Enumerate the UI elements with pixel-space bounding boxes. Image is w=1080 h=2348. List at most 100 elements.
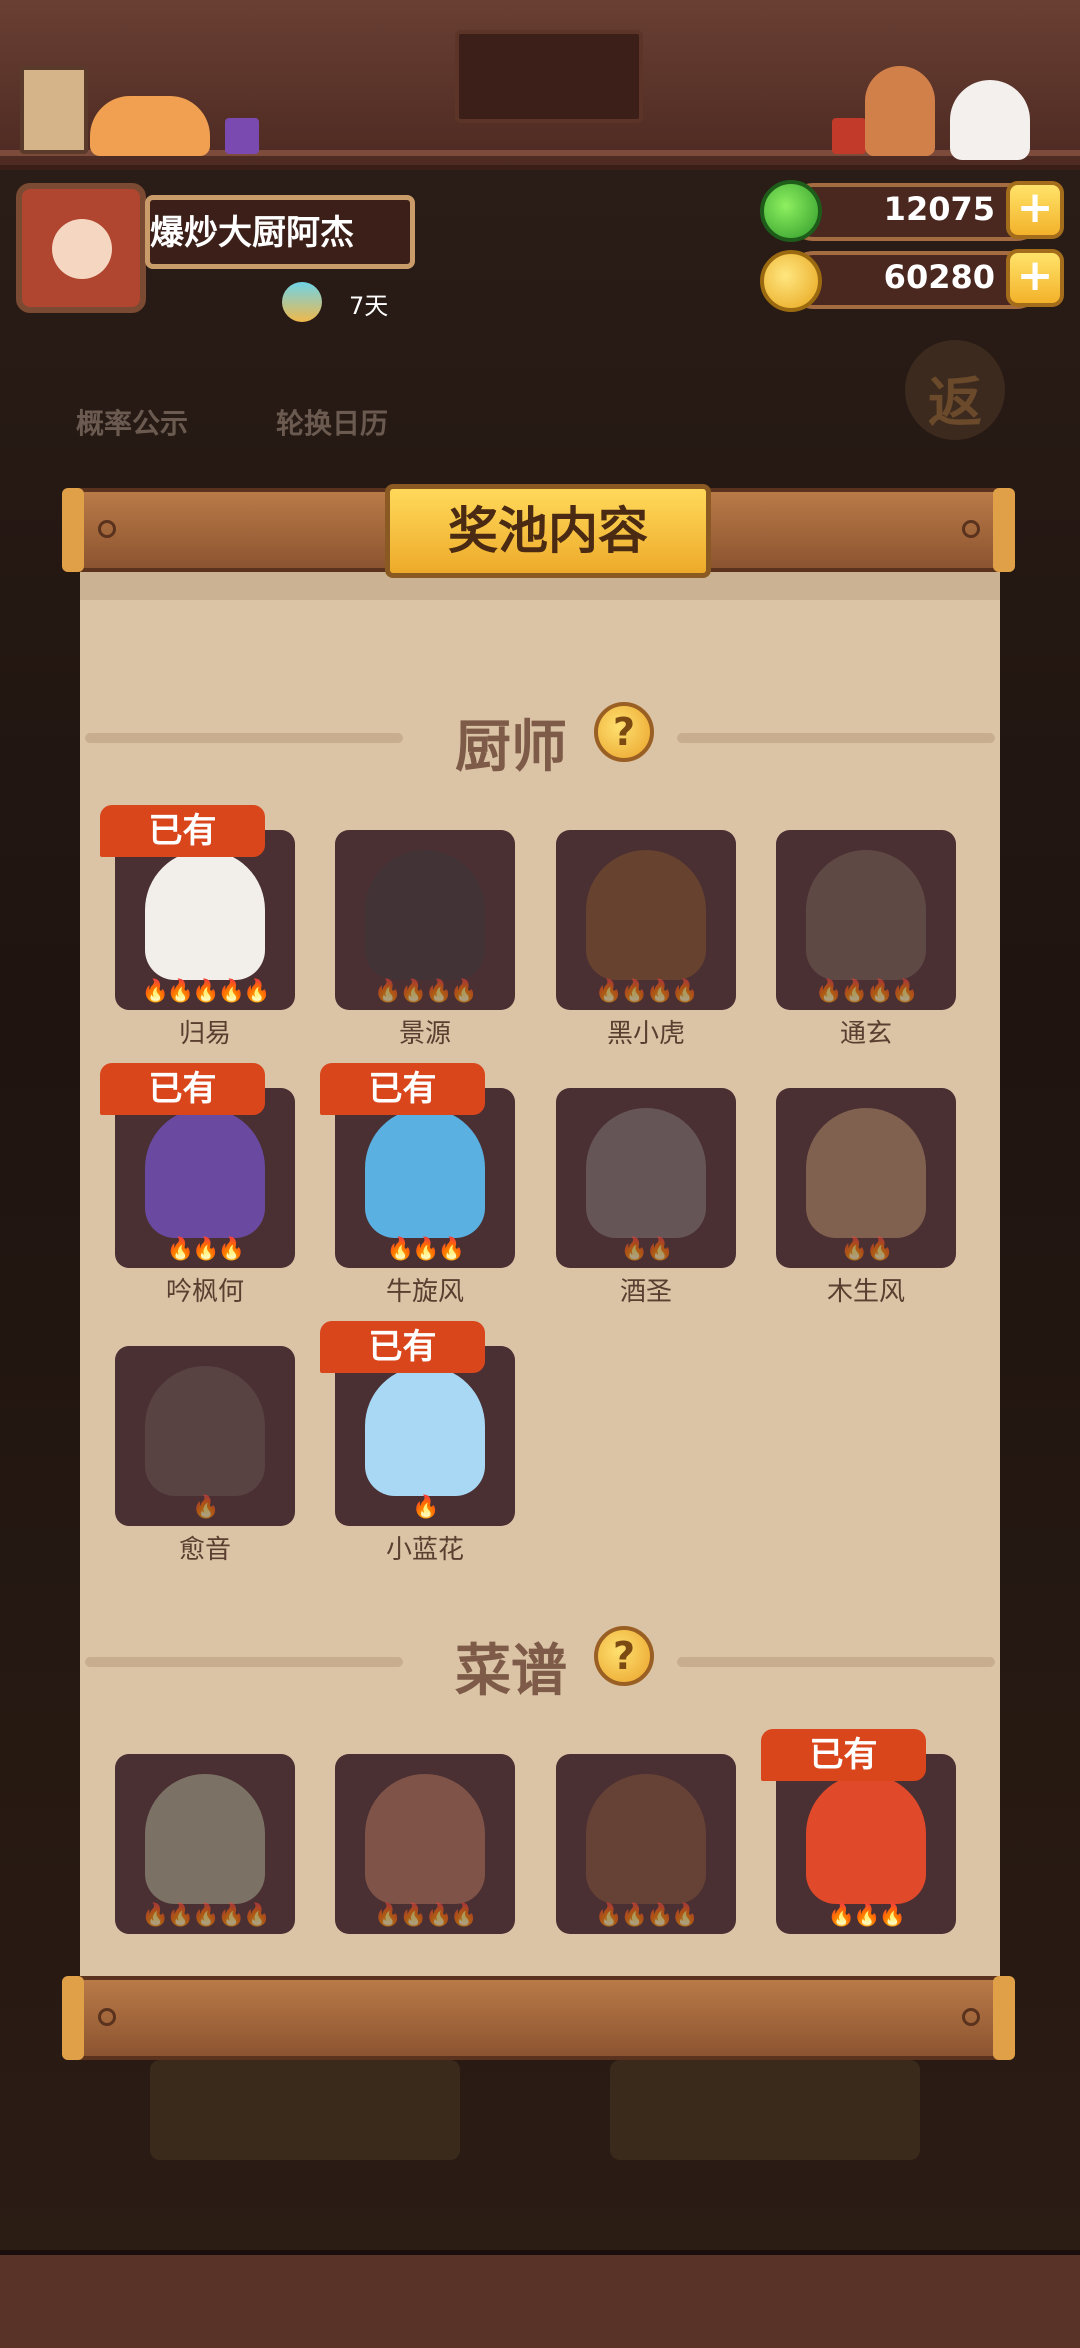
avatar-face-icon (52, 219, 112, 279)
rarity-flames: 🔥 (412, 1495, 439, 1520)
nail-icon (962, 520, 980, 538)
nail-icon (962, 2008, 980, 2026)
recipe-help-button[interactable]: ? (594, 1626, 654, 1686)
coin-icon (760, 250, 822, 312)
chef-name: 愈音 (178, 1535, 231, 1565)
chef-portrait-icon (586, 850, 706, 980)
chef-portrait-icon (145, 1366, 265, 1496)
rail-cap (62, 488, 84, 572)
chef-name: 牛旋风 (385, 1277, 464, 1307)
white-cat-icon (950, 80, 1030, 160)
single-draw-button-dimmed (150, 2060, 460, 2160)
rarity-flames: 🔥🔥 (620, 1237, 674, 1262)
panel-title-plate: 奖池内容 (385, 484, 711, 578)
chef-portrait-icon (365, 1366, 485, 1496)
bottom-rail (62, 1976, 1015, 2060)
chef-card[interactable]: 🔥 (115, 1346, 295, 1526)
chef-portrait-icon (145, 1108, 265, 1238)
rarity-flames: 🔥🔥 (840, 1237, 894, 1262)
hourglass-icon (282, 282, 322, 322)
add-coin-button[interactable]: + (1006, 249, 1064, 307)
chef-portrait-icon (365, 850, 485, 980)
chef-card[interactable]: 🔥🔥🔥🔥🔥 (115, 830, 295, 1010)
chef-portrait-icon (586, 1108, 706, 1238)
return-char: 返 (928, 371, 982, 434)
chef-name: 黑小虎 (606, 1019, 685, 1049)
panel-title: 奖池内容 (448, 502, 648, 560)
chef-card[interactable]: 🔥🔥🔥 (335, 1088, 515, 1268)
rarity-flames: 🔥🔥🔥🔥 (815, 979, 919, 1004)
jar-icon (832, 118, 866, 154)
rail-cap (993, 1976, 1015, 2060)
recipe-portrait-icon (145, 1774, 265, 1904)
chef-portrait-icon (806, 1108, 926, 1238)
probability-label: 概率公示 (76, 407, 189, 440)
chef-portrait-icon (145, 850, 265, 980)
chef-name: 归易 (178, 1019, 231, 1049)
chef-card[interactable]: 🔥🔥🔥🔥 (335, 830, 515, 1010)
calendar-label: 轮换日历 (276, 407, 389, 440)
chef-portrait-icon (806, 850, 926, 980)
owned-badge: 已有 (761, 1729, 926, 1781)
chef-card[interactable]: 🔥🔥 (776, 1088, 956, 1268)
chef-name: 木生风 (826, 1277, 905, 1307)
player-avatar[interactable] (16, 183, 146, 313)
rarity-flames: 🔥🔥🔥🔥 (595, 979, 699, 1004)
ten-draw-button-dimmed (610, 2060, 920, 2160)
recipe-portrait-icon (806, 1774, 926, 1904)
recipe-card[interactable]: 🔥🔥🔥🔥 (556, 1754, 736, 1934)
jar-icon (225, 118, 259, 154)
chef-card[interactable]: 🔥🔥🔥🔥 (776, 830, 956, 1010)
chef-section-title: 厨师 (455, 715, 567, 780)
cat-decoration-icon (90, 96, 210, 156)
rarity-flames: 🔥🔥🔥🔥🔥 (141, 1903, 271, 1928)
rarity-flames: 🔥🔥🔥 (386, 1237, 465, 1262)
player-name: 爆炒大厨阿杰 (150, 213, 354, 253)
add-jade-button[interactable]: + (1006, 181, 1064, 239)
divider (85, 1657, 403, 1667)
chef-name: 通玄 (839, 1019, 892, 1049)
chef-card[interactable]: 🔥🔥 (556, 1088, 736, 1268)
rail-cap (62, 1976, 84, 2060)
nail-icon (98, 520, 116, 538)
rail-cap (993, 488, 1015, 572)
days-count: 7天 (349, 292, 389, 320)
divider (85, 733, 403, 743)
recipe-card[interactable]: 🔥🔥🔥🔥🔥 (115, 1754, 295, 1934)
paw-frame-icon (20, 66, 88, 154)
rarity-flames: 🔥🔥🔥🔥🔥 (141, 979, 271, 1004)
chef-help-button[interactable]: ? (594, 702, 654, 762)
chef-portrait-icon (365, 1108, 485, 1238)
divider (677, 733, 995, 743)
chef-name: 小蓝花 (385, 1535, 464, 1565)
chef-card[interactable]: 🔥 (335, 1346, 515, 1526)
rarity-flames: 🔥🔥🔥 (827, 1903, 906, 1928)
chef-doll-icon (865, 66, 935, 156)
divider (677, 1657, 995, 1667)
raccoon-banner-icon (455, 30, 643, 123)
recipe-section-title: 菜谱 (455, 1639, 567, 1704)
owned-badge: 已有 (320, 1321, 485, 1373)
nail-icon (98, 2008, 116, 2026)
rarity-flames: 🔥🔥🔥 (166, 1237, 245, 1262)
jade-amount: 12075 (883, 190, 995, 228)
owned-badge: 已有 (320, 1063, 485, 1115)
bottom-bar (0, 2255, 1080, 2348)
owned-badge: 已有 (100, 805, 265, 857)
rarity-flames: 🔥 (192, 1495, 219, 1520)
chef-card[interactable]: 🔥🔥🔥 (115, 1088, 295, 1268)
rarity-flames: 🔥🔥🔥🔥 (595, 1903, 699, 1928)
recipe-card[interactable]: 🔥🔥🔥🔥 (335, 1754, 515, 1934)
chef-name: 景源 (398, 1019, 451, 1049)
rarity-flames: 🔥🔥🔥🔥 (374, 979, 478, 1004)
recipe-card[interactable]: 🔥🔥🔥 (776, 1754, 956, 1934)
rarity-flames: 🔥🔥🔥🔥 (374, 1903, 478, 1928)
jade-icon (760, 180, 822, 242)
recipe-portrait-icon (365, 1774, 485, 1904)
recipe-portrait-icon (586, 1774, 706, 1904)
chef-name: 吟枫何 (165, 1277, 244, 1307)
coin-amount: 60280 (883, 258, 995, 296)
chef-card[interactable]: 🔥🔥🔥🔥 (556, 830, 736, 1010)
chef-name: 酒圣 (619, 1277, 672, 1307)
owned-badge: 已有 (100, 1063, 265, 1115)
